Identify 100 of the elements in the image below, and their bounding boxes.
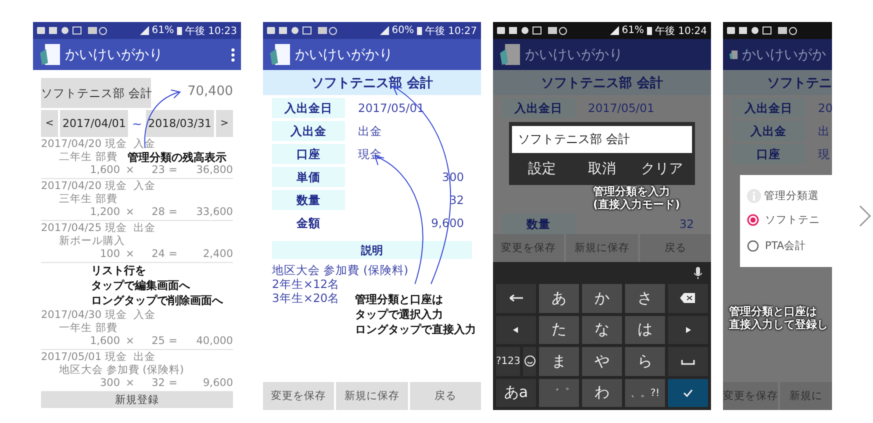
action-button[interactable]: 変更を保存 bbox=[263, 382, 334, 410]
keyboard-key[interactable]: な bbox=[582, 316, 622, 344]
previous-period-button[interactable]: < bbox=[41, 110, 58, 137]
next-period-button[interactable]: > bbox=[216, 110, 233, 137]
keyboard-key[interactable]: た bbox=[539, 316, 579, 344]
action-button[interactable]: 新規に保存 bbox=[336, 382, 408, 410]
description-line: 2年生×12名 bbox=[272, 277, 340, 291]
battery-percent: 61% bbox=[622, 25, 644, 36]
field-label: 金額 bbox=[296, 214, 322, 232]
category-button[interactable]: ソフトテニス部 会計 bbox=[41, 78, 151, 108]
keyboard-key[interactable]: ゛゜ bbox=[539, 378, 579, 407]
keyboard-key[interactable]: ま bbox=[539, 347, 579, 376]
radio-option[interactable]: ソフトテニ bbox=[747, 207, 820, 233]
space-key[interactable] bbox=[668, 347, 708, 376]
dialog-button[interactable]: クリア bbox=[632, 153, 692, 185]
keyboard-key[interactable]: わ bbox=[582, 378, 622, 407]
undo-key[interactable] bbox=[496, 284, 536, 312]
field-label: 口座 bbox=[732, 144, 805, 164]
description-label: 説明 bbox=[272, 241, 472, 259]
undo-icon bbox=[508, 292, 524, 304]
annotation-text: 管理分類を入力 bbox=[593, 185, 671, 198]
battery-percent: 61% bbox=[152, 25, 174, 36]
list-row[interactable]: 2017/04/20 現金 入金 三年生 部費 1,200 × 28 = 33,600 bbox=[41, 179, 233, 221]
list-row[interactable]: 2017/04/25 現金 出金 新ボール購入 100 × 24 = 2,400 bbox=[41, 221, 233, 263]
annotation-text: 管理分類と口座は bbox=[729, 305, 818, 318]
battery-icon bbox=[647, 26, 652, 35]
keyboard-key[interactable]: ら bbox=[625, 347, 665, 376]
entry-amount: 40,000 bbox=[195, 335, 233, 348]
annotation-text: 直接入力して登録し bbox=[729, 318, 829, 331]
signal-icon bbox=[140, 26, 149, 35]
signal-icon bbox=[380, 26, 389, 35]
quantity: 24 bbox=[150, 248, 165, 261]
entry-amount: 9,600 bbox=[202, 377, 233, 390]
app-title: かいけいがかり bbox=[295, 46, 393, 64]
quantity: 32 bbox=[150, 377, 165, 390]
signal-icon bbox=[610, 26, 619, 35]
entry-description: 新ボール購入 bbox=[59, 235, 125, 248]
field-label: 数量 bbox=[272, 190, 345, 210]
list-row[interactable]: 2017/04/30 現金 入金 一年生 部費 1,600 × 25 = 40,000 bbox=[41, 308, 233, 350]
annotation-text: (直接入力モード) bbox=[593, 198, 682, 211]
status-time: 午後 10:24 bbox=[655, 24, 707, 38]
backspace-key[interactable] bbox=[668, 284, 708, 312]
more-menu-icon[interactable] bbox=[231, 48, 235, 62]
action-button[interactable]: 戻る bbox=[410, 382, 481, 410]
notebook-icon bbox=[269, 42, 291, 66]
start-date-button[interactable]: 2017/04/01 bbox=[60, 110, 128, 137]
backspace-icon bbox=[680, 292, 696, 304]
equals-sign: = bbox=[168, 248, 178, 261]
quantity: 23 bbox=[150, 164, 165, 177]
equals-sign: = bbox=[168, 377, 178, 390]
field-label: 入出金日 bbox=[732, 98, 805, 118]
dialog-button[interactable]: 取消 bbox=[572, 153, 632, 185]
battery-percent: 60% bbox=[392, 25, 414, 36]
field-value[interactable]: 出金 bbox=[358, 124, 382, 138]
entry-description: 一年生 部費 bbox=[59, 322, 118, 335]
radio-option[interactable]: PTA会計 bbox=[747, 233, 806, 259]
keyboard-key[interactable]: あa bbox=[496, 378, 536, 407]
entry-amount: 36,800 bbox=[195, 164, 233, 177]
dialog-button[interactable]: 設定 bbox=[512, 153, 572, 185]
keyboard-key[interactable]: あ bbox=[539, 284, 579, 312]
dialog-title: 管理分類選 bbox=[764, 189, 819, 203]
microphone-icon[interactable] bbox=[694, 267, 702, 279]
unit-price: 1,600 bbox=[88, 335, 120, 348]
annotation-text: タップで編集画面へ bbox=[91, 278, 191, 293]
entry-description: 三年生 部費 bbox=[59, 193, 118, 206]
new-entry-button[interactable]: 新規登録 bbox=[41, 392, 233, 408]
quantity: 28 bbox=[150, 206, 165, 219]
equals-sign: = bbox=[168, 335, 178, 348]
emoji-key[interactable] bbox=[523, 347, 536, 376]
keyboard-key[interactable]: さ bbox=[625, 284, 665, 312]
entry-header: 2017/04/25 現金 出金 bbox=[41, 222, 157, 235]
annotation-text: ロングタップで削除画面へ bbox=[91, 293, 224, 308]
field-label: 入出金日 bbox=[272, 98, 345, 118]
keyboard-key[interactable]: ?123 bbox=[496, 347, 520, 376]
end-date-button[interactable]: 2018/03/31 bbox=[146, 110, 214, 137]
keyboard-key[interactable]: 、。?! bbox=[625, 378, 665, 407]
option-label: PTA会計 bbox=[765, 239, 806, 253]
description-line: 地区大会 参加費 (保険料) bbox=[272, 263, 408, 277]
field-label: 口座 bbox=[272, 144, 345, 164]
quantity: 25 bbox=[150, 335, 165, 348]
description-line: 3年生×20名 bbox=[272, 291, 340, 305]
annotation-text: 管理分類の残高表示 bbox=[127, 151, 226, 164]
notebook-icon bbox=[39, 42, 61, 66]
entry-amount: 2,400 bbox=[202, 248, 233, 261]
entry-description: 地区大会 参加費 (保険料) bbox=[59, 364, 184, 377]
status-time: 午後 10:27 bbox=[425, 24, 477, 38]
keyboard-key[interactable]: や bbox=[582, 347, 622, 376]
keyboard-key[interactable]: は bbox=[625, 316, 665, 344]
notebook-icon bbox=[499, 42, 521, 66]
unit-price: 1,200 bbox=[88, 206, 120, 219]
entry-header: 2017/05/01 現金 出金 bbox=[41, 351, 157, 364]
category-header: ソフトテニス部 会計 bbox=[493, 70, 711, 95]
entry-header: 2017/04/20 現金 入金 bbox=[41, 180, 157, 193]
next-chevron-icon[interactable] bbox=[859, 205, 871, 227]
field-label: 入出金日 bbox=[502, 98, 575, 118]
times-sign: × bbox=[124, 164, 136, 177]
category-input-field[interactable]: ソフトテニス部 会計 bbox=[512, 126, 692, 153]
field-label: 入出金 bbox=[272, 121, 345, 141]
info-icon bbox=[747, 189, 761, 203]
keyboard-key[interactable]: か bbox=[582, 284, 622, 312]
